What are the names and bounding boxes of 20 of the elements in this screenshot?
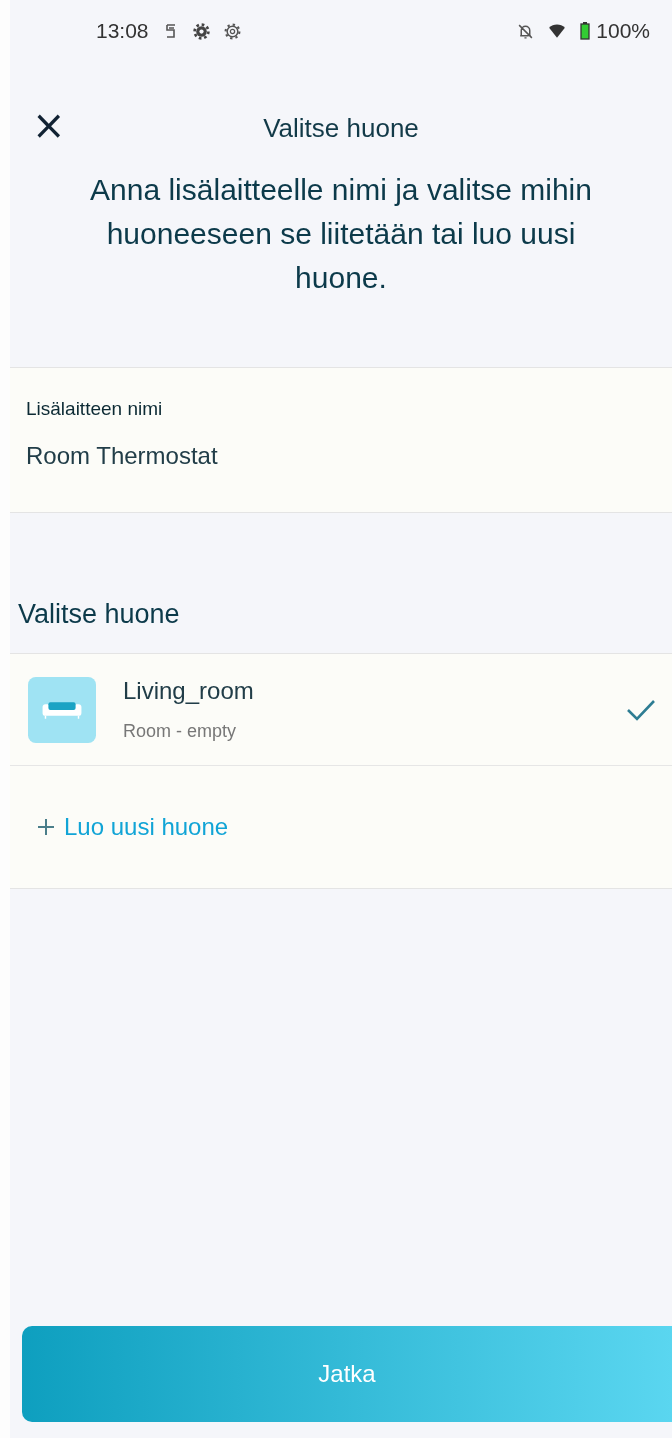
section-heading: Valitse huone — [17, 599, 181, 631]
sofa-icon — [28, 675, 96, 744]
plus-icon — [36, 817, 56, 837]
bell-off-icon — [517, 22, 535, 40]
field-label: Lisälaitteen nimi — [26, 398, 164, 420]
check-icon — [626, 698, 656, 721]
gear-icon — [192, 22, 210, 40]
screen-title: Valitse huone — [263, 112, 419, 144]
status-time: 13:08 — [96, 19, 149, 43]
wifi-icon — [548, 22, 567, 40]
settings-icon — [223, 22, 241, 40]
field-value: Room Thermostat — [26, 442, 219, 470]
name-field[interactable]: Lisälaitteen nimi Room Thermostat — [10, 367, 672, 513]
close-button[interactable]: × — [26, 105, 72, 145]
instructions-text: Anna lisälaitteelle nimi ja valitse mihin huoneeseen se liitetään tai luo uusi huone. — [89, 172, 593, 296]
battery-icon — [580, 22, 591, 40]
room-subtitle: Room - empty — [123, 721, 238, 742]
room-item[interactable]: Living_room Room - empty — [10, 654, 672, 766]
battery-percent: 100% — [596, 19, 650, 43]
room-name: Living_room — [123, 677, 255, 705]
